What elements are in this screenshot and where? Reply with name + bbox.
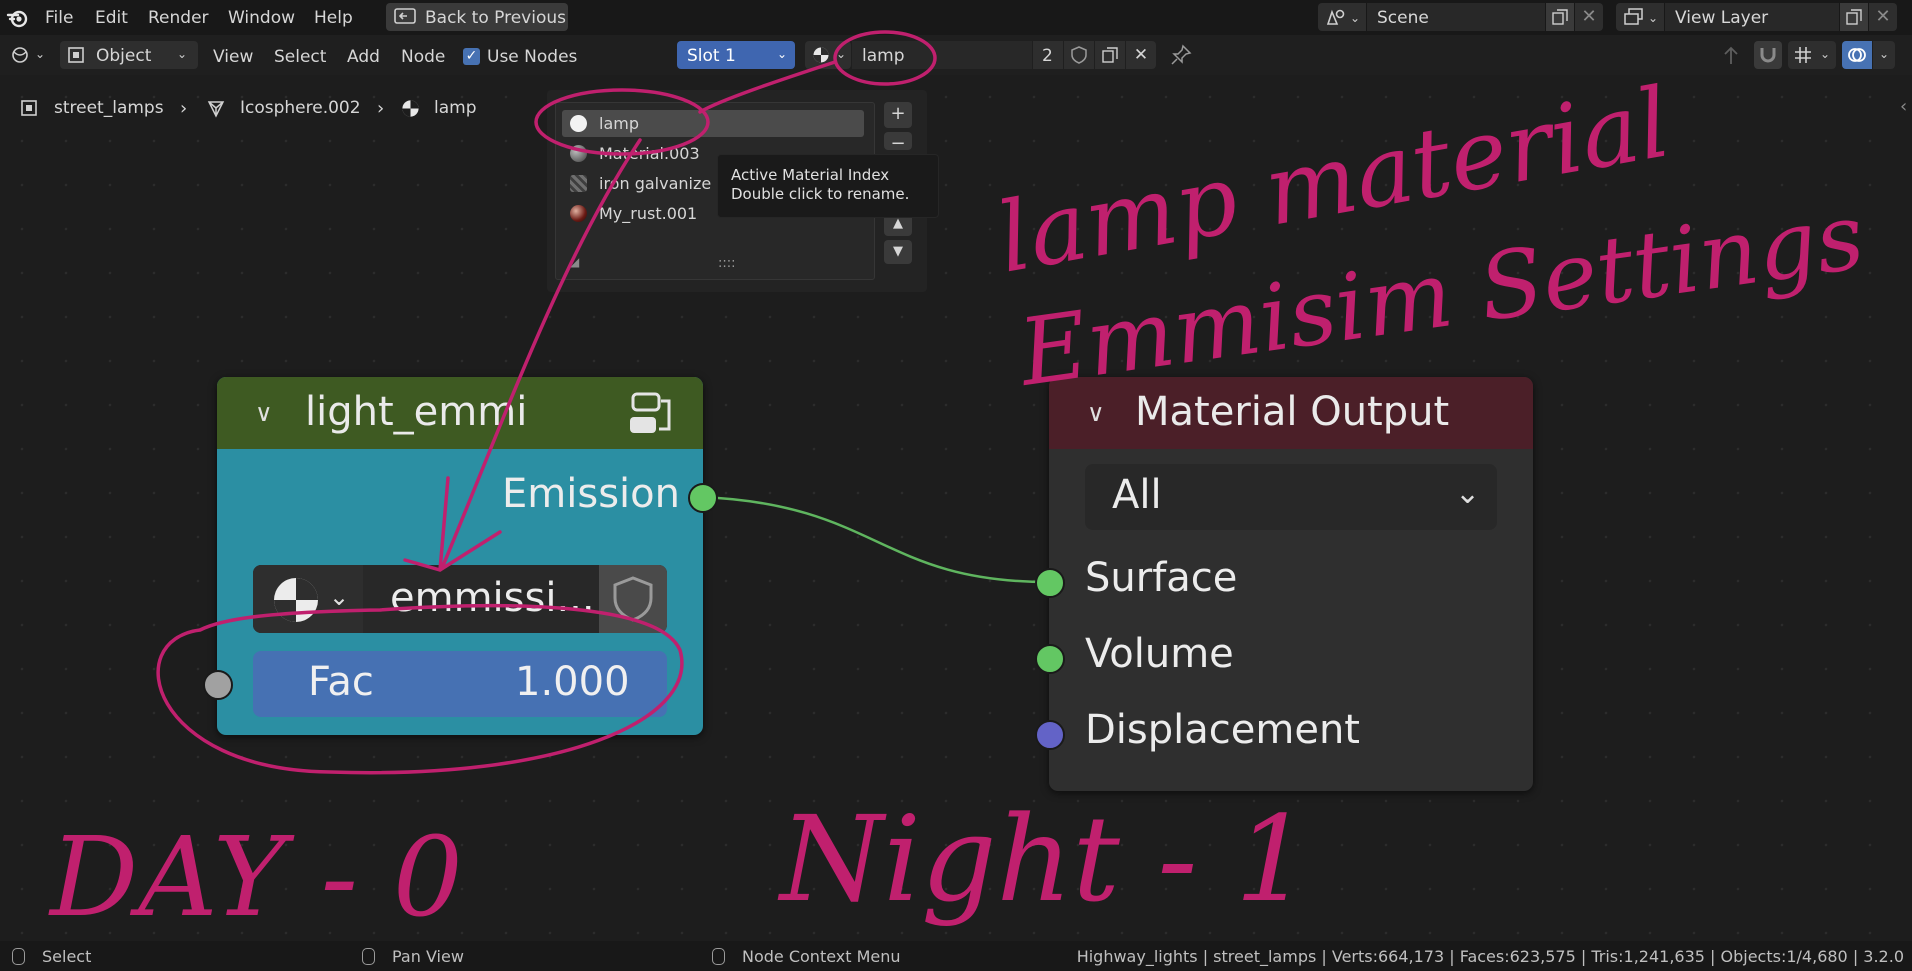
status-bar: Select Pan View Node Context Menu Highwa…: [0, 941, 1912, 971]
annotation-arrow-head: [403, 476, 502, 572]
annotation-arrow-2: [440, 138, 642, 570]
mouse-left-icon: [12, 948, 25, 965]
annotation-layer: lamp material Emmisim Settings DAY - 0 N…: [48, 30, 1870, 941]
annotation-day: DAY - 0: [48, 813, 463, 941]
annotation-circle-fac: [156, 603, 684, 775]
mouse-middle-icon: [362, 948, 375, 965]
annotation-circle-list: [534, 88, 710, 156]
status-context-hint: Node Context Menu: [742, 947, 901, 966]
mouse-right-icon: [712, 948, 725, 965]
annotation-arrow-1: [698, 60, 837, 114]
annotation-night: Night - 1: [777, 790, 1310, 928]
annotation-circle-header: [833, 30, 937, 86]
status-pan-hint: Pan View: [392, 947, 464, 966]
status-select-hint: Select: [42, 947, 92, 966]
scene-statistics: Highway_lights | street_lamps | Verts:66…: [1076, 947, 1904, 966]
